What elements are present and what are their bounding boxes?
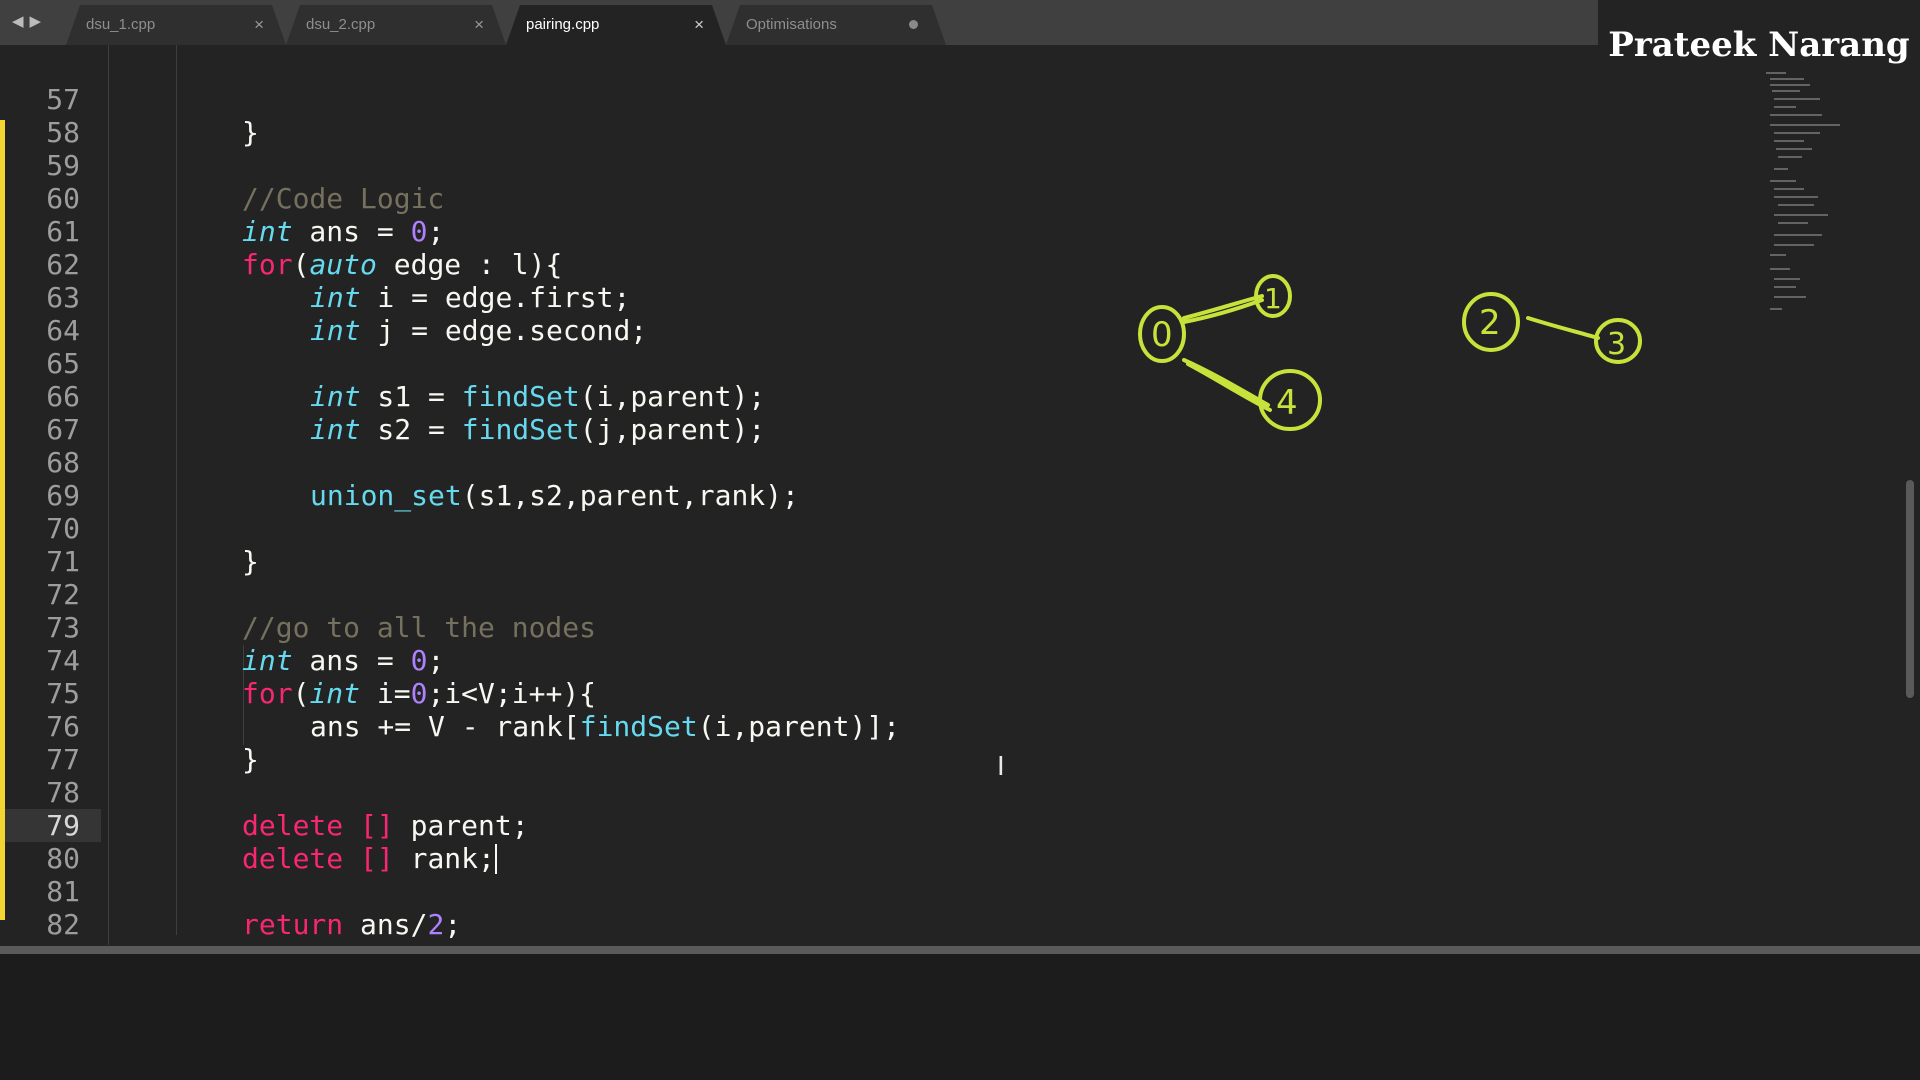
code-line: 78 delete [] parent; xyxy=(0,743,1900,842)
code-line: 74 for(int i=0;i<V;i++){ xyxy=(0,611,1900,710)
close-icon[interactable]: × xyxy=(694,5,704,45)
code-line: 82 xyxy=(0,875,1900,941)
code-line: 66 int s2 = findSet(j,parent); xyxy=(0,347,1900,446)
tab-dsu-2[interactable]: dsu_2.cpp × xyxy=(286,5,506,45)
code-line: 75 ans += V - rank[findSet(i,parent)]; xyxy=(0,644,1900,743)
code-line: 67 xyxy=(0,380,1900,446)
mouse-ibeam-cursor-icon: I xyxy=(997,752,1005,782)
tab-optimisations[interactable]: Optimisations xyxy=(726,5,946,45)
code-line: 81 return ans/2; xyxy=(0,842,1900,941)
unsaved-dot-icon[interactable] xyxy=(909,20,918,29)
code-line: 76 } xyxy=(0,677,1900,776)
code-line: 80 xyxy=(0,809,1900,875)
tab-bar: ◀▶ dsu_1.cpp × dsu_2.cpp × pairing.cpp ×… xyxy=(0,0,1598,45)
code-line: 71 xyxy=(0,512,1900,578)
tab-label: Optimisations xyxy=(746,16,837,33)
back-arrow-icon[interactable]: ◀ xyxy=(12,12,30,30)
minimap[interactable] xyxy=(1762,72,1882,332)
close-icon[interactable]: × xyxy=(474,5,484,45)
code-line: 60 int ans = 0; xyxy=(0,149,1900,248)
tab-label: dsu_2.cpp xyxy=(306,16,376,33)
code-line: 57 } xyxy=(0,50,1900,149)
forward-arrow-icon[interactable]: ▶ xyxy=(30,12,48,30)
vertical-scrollbar[interactable] xyxy=(1906,480,1914,698)
code-line: 64 xyxy=(0,281,1900,347)
code-line: 83 } xyxy=(0,908,1900,945)
code-line-current: 79 delete [] rank; xyxy=(0,776,1900,875)
code-line: 59 //Code Logic xyxy=(0,116,1900,215)
close-icon[interactable]: × xyxy=(254,5,264,45)
code-line: 73 int ans = 0; xyxy=(0,578,1900,677)
tab-label: dsu_1.cpp xyxy=(86,16,156,33)
tab-pairing[interactable]: pairing.cpp × xyxy=(506,5,726,45)
code-line: 72 //go to all the nodes xyxy=(0,545,1900,644)
code-line: 58 xyxy=(0,83,1900,149)
code-line: 69 xyxy=(0,446,1900,512)
code-line: 62 int i = edge.first; xyxy=(0,215,1900,314)
code-editor[interactable]: 57 } 58 59 //Code Logic 60 int ans = 0; … xyxy=(0,45,1900,945)
code-line: 68 union_set(s1,s2,parent,rank); xyxy=(0,413,1900,512)
panel-divider[interactable] xyxy=(0,946,1920,954)
tab-label: pairing.cpp xyxy=(526,16,600,33)
code-line: 61 for(auto edge : l){ xyxy=(0,182,1900,281)
line-number: 83 xyxy=(5,941,80,945)
tab-nav-arrows[interactable]: ◀▶ xyxy=(12,12,47,30)
code-line: 63 int j = edge.second; xyxy=(0,248,1900,347)
code-line: 70 } xyxy=(0,479,1900,578)
tab-dsu-1[interactable]: dsu_1.cpp × xyxy=(66,5,286,45)
code-line: 65 int s1 = findSet(i,parent); xyxy=(0,314,1900,413)
code-line: 77 xyxy=(0,710,1900,776)
output-panel[interactable] xyxy=(0,954,1920,1080)
